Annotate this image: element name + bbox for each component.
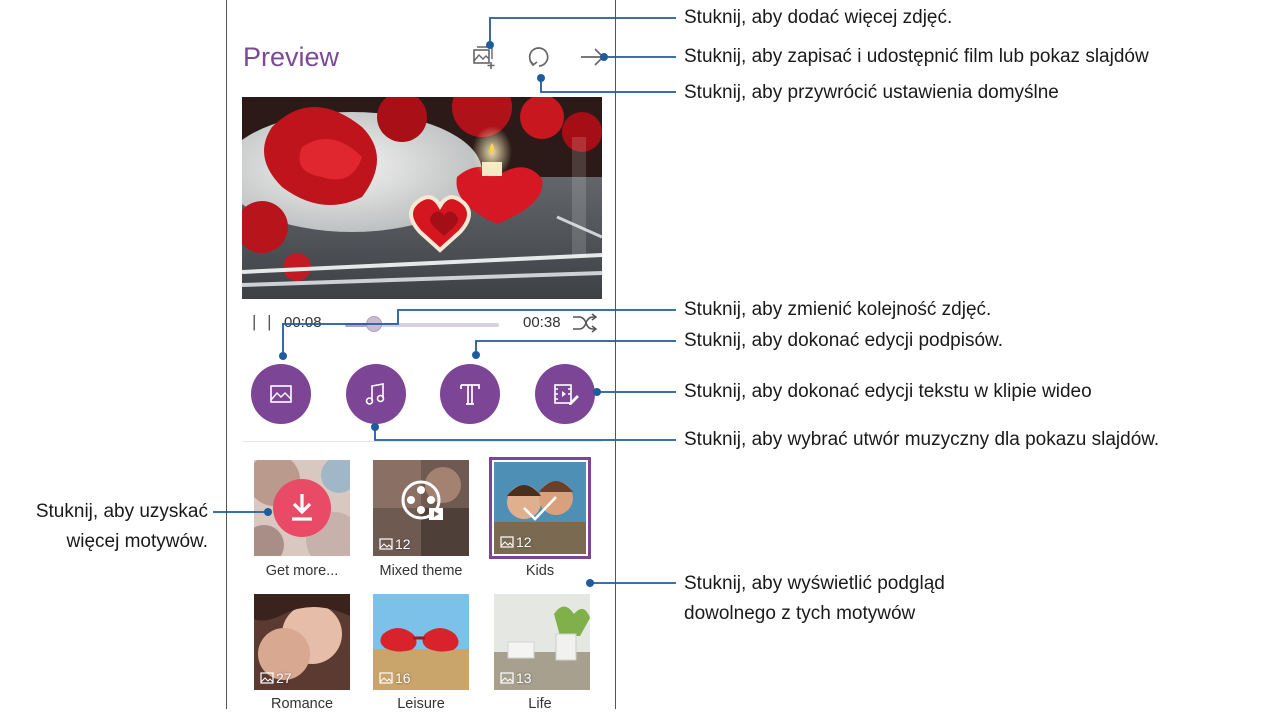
callout-reset: Stuknij, aby przywrócić ustawienia domyś…	[684, 82, 1059, 103]
current-time: 00:08	[284, 314, 322, 331]
reorder-photos-button[interactable]	[251, 364, 311, 424]
photo-count: 16	[379, 670, 411, 686]
callout-lines	[213, 17, 676, 587]
callout-save-share: Stuknij, aby zapisać i udostępnić film l…	[684, 46, 1149, 67]
callout-more-themes-line1: Stuknij, aby uzyskać	[35, 501, 208, 522]
callout-add-photos: Stuknij, aby dodać więcej zdjęć.	[684, 7, 953, 28]
divider	[242, 441, 602, 442]
selected-theme-frame	[489, 457, 591, 559]
progress-thumb[interactable]	[366, 316, 383, 332]
pause-button[interactable]: | |	[252, 312, 275, 332]
callout-music: Stuknij, aby wybrać utwór muzyczny dla p…	[684, 429, 1160, 450]
music-button[interactable]	[346, 364, 406, 424]
theme-tile-mixed[interactable]: 12	[373, 460, 469, 556]
romantic-dinner-image	[242, 97, 602, 299]
callout-captions: Stuknij, aby dokonać edycji podpisów.	[684, 330, 1003, 351]
photo-count-icon	[379, 538, 393, 550]
image-icon	[270, 385, 292, 403]
photo-count: 12	[379, 536, 411, 552]
text-icon	[460, 384, 480, 405]
theme-label-kids[interactable]: Kids	[480, 563, 600, 579]
photo-count-value: 13	[516, 670, 532, 686]
callout-preview-themes-line1: Stuknij, aby wyświetlić podgląd	[684, 573, 945, 594]
photo-count-icon	[379, 672, 393, 684]
theme-tile-leisure[interactable]: 16	[373, 594, 469, 690]
music-note-icon	[365, 383, 385, 405]
edit-video-text-button[interactable]	[535, 364, 595, 424]
add-photo-icon[interactable]	[471, 44, 497, 70]
download-icon	[273, 479, 331, 537]
edit-captions-button[interactable]	[440, 364, 500, 424]
photo-count-value: 16	[395, 670, 411, 686]
shuffle-icon[interactable]	[572, 312, 598, 334]
callout-more-themes-line2: więcej motywów.	[66, 531, 209, 552]
theme-tile-get-more[interactable]	[254, 460, 350, 556]
photo-count: 13	[500, 670, 532, 686]
theme-tile-life[interactable]: 13	[494, 594, 590, 690]
theme-label-life[interactable]: Life	[480, 696, 600, 712]
video-edit-icon	[554, 384, 579, 405]
arrow-right-icon[interactable]	[579, 44, 605, 70]
film-reel-icon	[401, 480, 443, 520]
photo-count-icon	[260, 672, 274, 684]
photo-count-value: 12	[395, 536, 411, 552]
photo-count-value: 27	[276, 670, 292, 686]
photo-count-icon	[500, 672, 514, 684]
total-time: 00:38	[523, 314, 561, 331]
theme-tile-romance[interactable]: 27	[254, 594, 350, 690]
theme-label-leisure[interactable]: Leisure	[361, 696, 481, 712]
theme-label-mixed[interactable]: Mixed theme	[361, 563, 481, 579]
page-title: Preview	[243, 42, 340, 72]
reset-icon[interactable]	[526, 44, 552, 70]
player-controls: | | 00:08 00:38	[227, 312, 615, 336]
callout-video-text: Stuknij, aby dokonać edycji tekstu w kli…	[684, 381, 1092, 402]
video-preview[interactable]	[242, 97, 602, 299]
callout-preview-themes-line2: dowolnego z tych motywów	[684, 603, 916, 624]
theme-label-get-more[interactable]: Get more...	[242, 563, 362, 579]
theme-label-romance[interactable]: Romance	[242, 696, 362, 712]
callout-reorder: Stuknij, aby zmienić kolejność zdjęć.	[684, 299, 992, 320]
photo-count: 27	[260, 670, 292, 686]
